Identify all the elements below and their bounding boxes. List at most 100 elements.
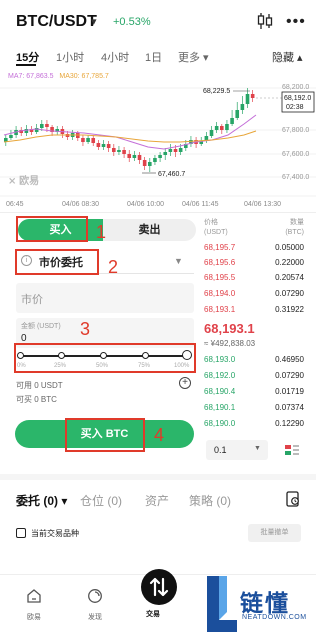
candlestick-chart-icon[interactable] (257, 12, 273, 30)
slider-label: 0% (17, 363, 26, 369)
order-history-icon[interactable] (286, 491, 300, 507)
bid-qty: 0.01719 (275, 387, 304, 396)
current-pair-label: 当前交易品种 (31, 529, 79, 538)
orderbook-price-title: 价格 (204, 219, 218, 226)
pair-title[interactable]: BTC/USDT (16, 13, 97, 31)
slider-label: 75% (138, 363, 151, 369)
slider-stop-100[interactable] (182, 350, 192, 360)
nav-trade-button[interactable] (141, 569, 177, 605)
hide-chart-button[interactable]: 隐藏 ▴ (272, 49, 303, 65)
last-price-cny: ≈ ¥492,838.03 (204, 339, 256, 348)
ask-qty: 0.31922 (275, 305, 304, 314)
tab-orders[interactable]: 委托 (0) ▾ (16, 492, 67, 509)
orderbook-qty-unit: (BTC) (285, 229, 304, 236)
time-label: 04/06 10:00 (127, 201, 164, 208)
bid-price: 68,193.0 (204, 355, 236, 364)
candle-body (245, 94, 250, 104)
current-pair-checkbox[interactable] (16, 528, 26, 538)
orderbook-layout-icon[interactable] (285, 445, 299, 455)
bid-row[interactable]: 68,190.0 0.12290 (204, 419, 304, 432)
slider-stop-50[interactable] (100, 352, 107, 359)
time-label: 04/06 08:30 (62, 201, 99, 208)
nav-trade-label: 交易 (146, 611, 160, 618)
candle-body (81, 138, 85, 142)
chevron-down-icon[interactable]: ▼ (254, 445, 261, 452)
candle-body (137, 155, 142, 160)
divider (0, 212, 316, 213)
slider-stop-25[interactable] (58, 352, 65, 359)
orderbook-price-unit: (USDT) (204, 229, 228, 236)
nav-home[interactable]: 欧易 (14, 588, 54, 622)
candle-body (40, 124, 44, 128)
pair-dropdown-icon[interactable]: ▾ (91, 15, 97, 28)
ma30-line (3, 130, 257, 143)
candle-body (158, 155, 162, 158)
bid-qty: 0.07374 (275, 403, 304, 412)
candle-body (214, 126, 219, 130)
ask-row[interactable]: 68,193.1 0.31922 (204, 305, 304, 318)
bid-price: 68,192.0 (204, 371, 236, 380)
candle-body (250, 94, 255, 98)
ask-row[interactable]: 68,195.5 0.20574 (204, 273, 304, 286)
can-buy-amount: 可买 0 BTC (16, 395, 57, 404)
annotation-box-4 (65, 418, 145, 452)
ask-qty: 0.07290 (275, 289, 304, 298)
tab-assets[interactable]: 资产 (145, 492, 169, 509)
bid-row[interactable]: 68,190.4 0.01719 (204, 387, 304, 400)
candle-body (106, 144, 111, 148)
last-price: 68,193.1 (204, 321, 255, 336)
candle-body (9, 135, 13, 138)
axis-label-67600: 67,600.0 (282, 151, 309, 158)
bid-row[interactable]: 68,193.0 0.46950 (204, 355, 304, 368)
price-placeholder: 市价 (21, 294, 43, 306)
tab-strategies[interactable]: 策略 (0) (189, 492, 231, 509)
site-logo-icon (207, 576, 237, 632)
add-funds-icon[interactable]: + (179, 377, 191, 389)
ask-row[interactable]: 68,195.6 0.22000 (204, 258, 304, 271)
bid-qty: 0.12290 (275, 419, 304, 428)
ma-legend: MA7: 67,863.5 MA30: 67,785.7 (8, 73, 109, 80)
slider-stop-0[interactable] (17, 352, 24, 359)
sell-tab[interactable]: 卖出 (103, 219, 196, 241)
ask-row[interactable]: 68,194.0 0.07290 (204, 289, 304, 302)
candle-body (178, 148, 183, 152)
ask-qty: 0.22000 (275, 258, 304, 267)
bid-qty: 0.07290 (275, 371, 304, 380)
nav-discover[interactable]: 发现 (75, 588, 115, 622)
candle-body (225, 124, 229, 130)
bid-row[interactable]: 68,192.0 0.07290 (204, 371, 304, 384)
axis-label-68200: 68,200.0 (282, 84, 309, 91)
tab-1h[interactable]: 1小时 (56, 49, 84, 65)
tab-1d[interactable]: 1日 (145, 49, 162, 65)
candle-body (45, 124, 49, 127)
annotation-number-1: 1 (96, 222, 107, 242)
ask-qty: 0.20574 (275, 273, 304, 282)
annotation-number-2: 2 (108, 257, 119, 277)
current-price-label: 68,192.0 (284, 95, 311, 102)
candle-body (235, 110, 240, 118)
tab-more[interactable]: 更多 ▾ (178, 49, 209, 65)
chevron-down-icon[interactable]: ▼ (174, 256, 183, 266)
candlestick-chart[interactable]: 68,200.0 67,800.0 67,600.0 67,400.0 68,1… (0, 80, 316, 204)
bid-price: 68,190.0 (204, 419, 236, 428)
orderbook-price-header: 价格 (USDT) (204, 218, 228, 238)
low-label: 67,460.7 (158, 171, 185, 178)
candle-body (240, 104, 245, 110)
more-dots-icon[interactable]: ••• (286, 13, 306, 31)
candle-body (91, 138, 96, 143)
candle-body (168, 149, 173, 152)
annotation-box-2 (15, 249, 99, 275)
tab-15m[interactable]: 15分 (16, 49, 39, 65)
bid-row[interactable]: 68,190.1 0.07374 (204, 403, 304, 416)
batch-cancel-button[interactable]: 批量撤单 (248, 524, 301, 542)
candle-body (122, 150, 126, 154)
ask-row[interactable]: 68,195.7 0.05000 (204, 243, 304, 256)
candle-body (148, 162, 152, 166)
tab-4h[interactable]: 4小时 (101, 49, 129, 65)
candle-body (86, 138, 90, 142)
slider-stop-75[interactable] (142, 352, 149, 359)
tab-positions[interactable]: 仓位 (0) (80, 492, 122, 509)
slider-label: 100% (174, 363, 190, 369)
candle-body (230, 118, 234, 124)
candle-body (112, 148, 116, 152)
